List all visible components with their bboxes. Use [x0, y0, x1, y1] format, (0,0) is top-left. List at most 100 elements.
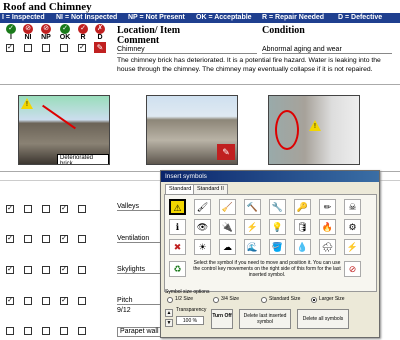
- legend-item: I = Inspected: [2, 14, 45, 21]
- symbol-pencil-icon[interactable]: ✏: [319, 199, 336, 215]
- checkbox[interactable]: [42, 205, 50, 213]
- symbol-fire-icon[interactable]: 🔥: [319, 219, 336, 235]
- spin-down-icon[interactable]: ▼: [165, 319, 173, 327]
- check-icon: ✓: [78, 24, 88, 34]
- legend-item: OK = Acceptable: [196, 14, 252, 21]
- turn-off-button[interactable]: Turn Off: [211, 309, 233, 329]
- checkbox[interactable]: [78, 205, 86, 213]
- checkbox[interactable]: ✓: [60, 205, 68, 213]
- item-skylights[interactable]: Skylights: [117, 266, 162, 274]
- symbol-lightning-icon[interactable]: ⚡: [344, 239, 361, 255]
- spin-up-icon[interactable]: ▲: [165, 309, 173, 317]
- symbol-warning-icon[interactable]: ⚠: [169, 199, 186, 215]
- radio-half-size[interactable]: [167, 297, 173, 303]
- legend-bar: I = Inspected NI = Not Inspected NP = No…: [0, 13, 400, 23]
- insert-symbols-dialog: Insert symbols Standard I Standard II ⚠ …: [160, 170, 380, 338]
- item-ventilation[interactable]: Ventilation: [117, 235, 162, 243]
- size-options-label: Symbol size options: [165, 289, 210, 295]
- symbol-recycle-icon[interactable]: ♻: [169, 261, 186, 277]
- pitch-value: 9/12: [117, 307, 131, 314]
- condition-field[interactable]: Abnormal aging and wear: [262, 46, 392, 54]
- prohibited-icon: ⊘: [41, 24, 51, 34]
- page-title: Roof and Chimney: [3, 1, 92, 13]
- checkbox-not-inspected[interactable]: [24, 44, 32, 52]
- checkbox[interactable]: ✓: [6, 235, 14, 243]
- legend-item: NI = Not Inspected: [56, 14, 118, 21]
- symbol-bolt-icon[interactable]: ⚡: [244, 219, 261, 235]
- symbol-broom-icon[interactable]: 🧹: [219, 199, 236, 215]
- symbol-eye-icon[interactable]: 👁: [194, 219, 211, 235]
- symbol-key-icon[interactable]: 🔑: [294, 199, 311, 215]
- checkbox[interactable]: [42, 266, 50, 274]
- symbol-info-icon[interactable]: ℹ: [169, 219, 186, 235]
- checkbox[interactable]: ✓: [6, 205, 14, 213]
- checkbox[interactable]: ✓: [6, 297, 14, 305]
- comment-field[interactable]: The chimney brick has deteriorated. It i…: [117, 56, 397, 74]
- symbol-hammer-icon[interactable]: 🔨: [244, 199, 261, 215]
- symbol-stop-icon[interactable]: ✖: [169, 239, 186, 255]
- pen-icon[interactable]: ✎: [94, 42, 106, 53]
- checkbox[interactable]: [42, 235, 50, 243]
- item-valleys[interactable]: Valleys: [117, 203, 162, 211]
- checkbox[interactable]: [78, 235, 86, 243]
- checkbox-inspected[interactable]: ✓: [6, 44, 14, 52]
- symbol-cloud-icon[interactable]: ☁: [219, 239, 236, 255]
- checkbox[interactable]: [78, 327, 86, 335]
- checkbox[interactable]: ✓: [60, 235, 68, 243]
- symbol-skull-icon[interactable]: ☠: [344, 199, 361, 215]
- checkbox-acceptable[interactable]: [60, 44, 68, 52]
- delete-all-button[interactable]: Delete all symbols: [297, 309, 349, 329]
- checkbox[interactable]: [60, 327, 68, 335]
- legend-item: D = Defective: [338, 14, 383, 21]
- code-acceptable: ✓ OK: [59, 24, 71, 41]
- symbol-wrench-icon[interactable]: 🔧: [269, 199, 286, 215]
- comment-header: Comment: [117, 35, 160, 46]
- symbol-bulb-icon[interactable]: 💡: [269, 219, 286, 235]
- symbol-wave-icon[interactable]: 🌊: [244, 239, 261, 255]
- symbol-no-entry-icon[interactable]: ⊘: [344, 261, 361, 277]
- checkbox[interactable]: [24, 235, 32, 243]
- chimney-photo-2[interactable]: ✎: [146, 95, 238, 165]
- item-pitch[interactable]: Pitch: [117, 297, 162, 305]
- chimney-photo-3[interactable]: !: [268, 95, 360, 165]
- tab-standard-2[interactable]: Standard II: [193, 184, 228, 194]
- checkbox-repair[interactable]: ✓: [78, 44, 86, 52]
- symbol-brush-icon[interactable]: 🖌: [194, 199, 211, 215]
- symbol-barrel-icon[interactable]: 🛢: [294, 219, 311, 235]
- flashlight-icon: ✎: [217, 144, 235, 160]
- symbol-rain-icon[interactable]: 🌧: [319, 239, 336, 255]
- radio-label: Standard Size: [269, 296, 301, 302]
- code-repair: ✓ R: [75, 24, 91, 41]
- symbol-sun-icon[interactable]: ☀: [194, 239, 211, 255]
- code-defective: ✗ D: [92, 24, 108, 41]
- checkbox[interactable]: [78, 297, 86, 305]
- code-not-inspected: ⊘ NI: [23, 24, 33, 41]
- checkbox[interactable]: [6, 327, 14, 335]
- code-inspected: ✓ I: [3, 24, 19, 41]
- radio-larger-size[interactable]: [311, 297, 317, 303]
- checkbox[interactable]: [24, 266, 32, 274]
- checkbox[interactable]: [78, 266, 86, 274]
- radio-three-quarter-size[interactable]: [213, 297, 219, 303]
- symbol-plug-icon[interactable]: 🔌: [219, 219, 236, 235]
- chimney-photo-1[interactable]: ! Deteriorated brick: [18, 95, 110, 165]
- symbol-drop-icon[interactable]: 💧: [294, 239, 311, 255]
- checkbox[interactable]: [42, 327, 50, 335]
- checkbox[interactable]: [42, 297, 50, 305]
- symbol-bucket-icon[interactable]: 🪣: [269, 239, 286, 255]
- checkbox[interactable]: ✓: [6, 266, 14, 274]
- delete-last-button[interactable]: Delete last inserted symbol: [239, 309, 291, 329]
- check-icon: ✓: [6, 24, 16, 34]
- radio-standard-size[interactable]: [261, 297, 267, 303]
- location-field[interactable]: Chimney: [117, 46, 257, 54]
- checkbox[interactable]: [24, 205, 32, 213]
- symbol-gear-icon[interactable]: ⚙: [344, 219, 361, 235]
- transparency-label: Transparency: [176, 307, 207, 313]
- checkbox[interactable]: [24, 297, 32, 305]
- checkbox-not-present[interactable]: [42, 44, 50, 52]
- checkbox[interactable]: ✓: [60, 297, 68, 305]
- condition-header: Condition: [262, 25, 305, 36]
- checkbox[interactable]: [24, 327, 32, 335]
- checkbox[interactable]: ✓: [60, 266, 68, 274]
- transparency-input[interactable]: 100 %: [176, 316, 204, 325]
